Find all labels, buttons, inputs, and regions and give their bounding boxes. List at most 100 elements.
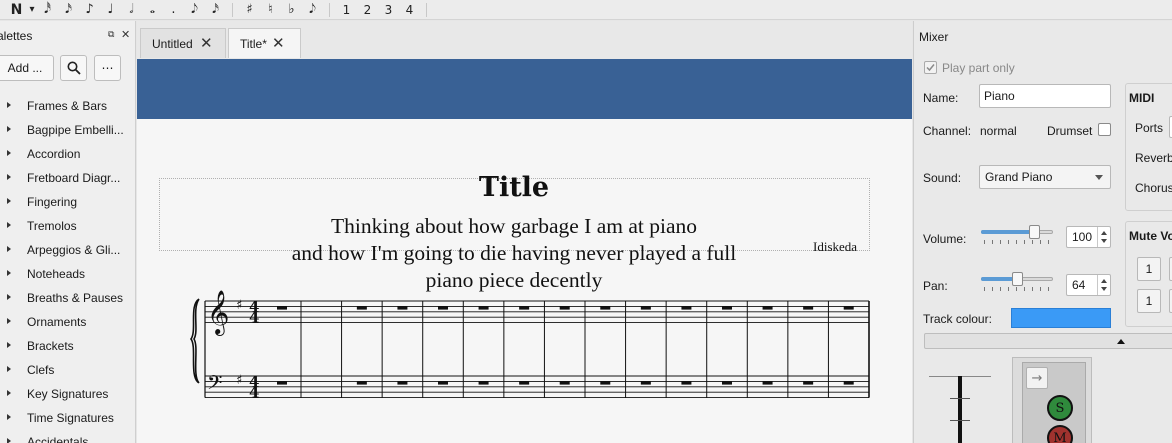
sound-select[interactable]: Grand Piano xyxy=(979,165,1111,189)
drumset-checkbox[interactable] xyxy=(1098,123,1111,136)
whole-rest xyxy=(277,306,287,310)
expand-arrow-icon xyxy=(7,150,11,156)
voice-4-button[interactable]: 4 xyxy=(399,1,420,19)
close-icon[interactable]: ✕ xyxy=(121,28,130,41)
volume-slider[interactable] xyxy=(981,225,1053,245)
tab-title[interactable]: Title* ✕ xyxy=(228,28,301,58)
play-part-only-checkbox[interactable] xyxy=(924,61,937,74)
pan-slider-handle[interactable] xyxy=(1012,272,1023,286)
expand-arrow-icon xyxy=(7,246,11,252)
score-canvas[interactable]: Title Thinking about how garbage I am at… xyxy=(137,59,912,443)
search-button[interactable] xyxy=(60,55,87,81)
whole-rest xyxy=(681,306,692,310)
flip-direction-button[interactable]: 𝅘𝅥𝅮 xyxy=(302,1,323,19)
mute-button[interactable]: M xyxy=(1047,425,1073,443)
grand-staff[interactable]: 𝄞𝄢♯♯4444 xyxy=(137,119,912,443)
pan-slider-ticks xyxy=(984,287,1050,291)
name-field[interactable]: Piano xyxy=(979,84,1111,108)
palette-item-brackets[interactable]: Brackets xyxy=(0,334,135,358)
expand-arrow-icon xyxy=(7,270,11,276)
palette-item-fretboard-diagrams[interactable]: Fretboard Diagr... xyxy=(0,166,135,190)
collapse-details-button[interactable] xyxy=(924,333,1172,349)
palette-item-bagpipe-embellishments[interactable]: Bagpipe Embelli... xyxy=(0,118,135,142)
palette-item-fingering[interactable]: Fingering xyxy=(0,190,135,214)
natural-button[interactable]: ♮ xyxy=(260,1,281,19)
sharp-key-signature-icon: ♯ xyxy=(236,373,242,388)
tab-untitled[interactable]: Untitled ✕ xyxy=(140,28,226,58)
pan-slider[interactable] xyxy=(981,272,1053,292)
solo-button[interactable]: S xyxy=(1047,395,1073,421)
whole-rest xyxy=(356,381,367,385)
score-page[interactable]: Title Thinking about how garbage I am at… xyxy=(137,119,912,443)
more-options-button[interactable]: ⋯ xyxy=(94,55,121,81)
score-tabs: Untitled ✕ Title* ✕ xyxy=(137,21,912,58)
palette-item-key-signatures[interactable]: Key Signatures xyxy=(0,382,135,406)
palette-item-breaths-pauses[interactable]: Breaths & Pauses xyxy=(0,286,135,310)
sound-label: Sound: xyxy=(923,171,962,185)
score-area: Untitled ✕ Title* ✕ Title Thinking about… xyxy=(137,21,912,443)
add-palette-button[interactable]: Add ... xyxy=(0,55,54,81)
expand-right-icon[interactable]: → xyxy=(1026,367,1048,389)
expand-arrow-icon xyxy=(7,366,11,372)
volume-stepper[interactable] xyxy=(1097,227,1110,247)
tie-button[interactable]: 𝅘𝅥𝅮 xyxy=(184,1,205,19)
mute-voice-1-button[interactable]: 1 xyxy=(1137,257,1161,281)
whole-rest xyxy=(438,381,448,385)
close-tab-icon[interactable]: ✕ xyxy=(200,34,213,52)
flat-button[interactable]: ♭ xyxy=(281,1,302,19)
palettes-buttons: Add ... ⋯ xyxy=(0,54,135,82)
voice-3-button[interactable]: 3 xyxy=(378,1,399,19)
palette-item-ornaments[interactable]: Ornaments xyxy=(0,310,135,334)
palette-item-accidentals[interactable]: Accidentals xyxy=(0,430,135,443)
expand-arrow-icon xyxy=(7,342,11,348)
whole-rest xyxy=(722,306,732,310)
half-note-button[interactable]: 𝅗𝅥 xyxy=(121,1,142,19)
whole-rest xyxy=(843,381,854,385)
pan-spinbox[interactable]: 64 xyxy=(1066,274,1111,296)
master-fader[interactable] xyxy=(929,376,991,443)
rest-button[interactable]: 𝅘𝅥𝅯 xyxy=(205,1,226,19)
name-label: Name: xyxy=(923,91,959,105)
palette-item-arpeggios-glissandos[interactable]: Arpeggios & Gli... xyxy=(0,238,135,262)
voice-2-button[interactable]: 2 xyxy=(357,1,378,19)
palette-item-frames-bars[interactable]: Frames & Bars xyxy=(0,94,135,118)
track-colour-button[interactable] xyxy=(1011,308,1111,328)
fader-rail xyxy=(958,376,962,443)
palette-item-noteheads[interactable]: Noteheads xyxy=(0,262,135,286)
toolbar-separator xyxy=(232,2,233,17)
mute-voice-group: Mute Vo 1 1 xyxy=(1125,221,1172,327)
treble-clef-icon: 𝄞 xyxy=(207,290,229,336)
pan-label: Pan: xyxy=(923,279,948,293)
note-input-mode-dropdown-icon[interactable]: ▾ xyxy=(27,1,37,19)
expand-arrow-icon xyxy=(7,126,11,132)
sixtyfourth-note-button[interactable]: 𝅘𝅥𝅰 xyxy=(37,1,58,19)
mute-voice-1-staff2-button[interactable]: 1 xyxy=(1137,289,1161,313)
thirtysecond-note-button[interactable]: 𝅘𝅥𝅯 xyxy=(58,1,79,19)
play-part-only-label: Play part only xyxy=(942,61,1015,75)
chevron-up-icon xyxy=(1117,339,1125,344)
mixer-title: Mixer xyxy=(919,30,949,44)
close-tab-icon[interactable]: ✕ xyxy=(272,34,285,52)
sixteenth-note-button[interactable]: ♪ xyxy=(79,1,100,19)
whole-rest xyxy=(277,381,287,385)
pan-stepper[interactable] xyxy=(1097,275,1110,295)
note-input-mode-button[interactable]: N xyxy=(6,1,27,19)
expand-arrow-icon xyxy=(7,198,11,204)
quarter-note-button[interactable]: ♩ xyxy=(100,1,121,19)
palette-item-accordion[interactable]: Accordion xyxy=(0,142,135,166)
volume-spinbox[interactable]: 100 xyxy=(1066,226,1111,248)
voice-1-button[interactable]: 1 xyxy=(336,1,357,19)
toolbar-separator xyxy=(329,2,330,17)
undock-icon[interactable]: ⧉ xyxy=(108,29,114,40)
whole-rest xyxy=(803,306,814,310)
palette-item-time-signatures[interactable]: Time Signatures xyxy=(0,406,135,430)
toolbar-separator xyxy=(426,2,427,17)
augmentation-dot-button[interactable]: . xyxy=(163,1,184,19)
sharp-button[interactable]: ♯ xyxy=(239,1,260,19)
palette-item-clefs[interactable]: Clefs xyxy=(0,358,135,382)
volume-slider-handle[interactable] xyxy=(1029,225,1040,239)
whole-rest xyxy=(519,381,530,385)
whole-note-button[interactable]: 𝅝 xyxy=(142,1,163,19)
palette-item-tremolos[interactable]: Tremolos xyxy=(0,214,135,238)
expand-arrow-icon xyxy=(7,174,11,180)
